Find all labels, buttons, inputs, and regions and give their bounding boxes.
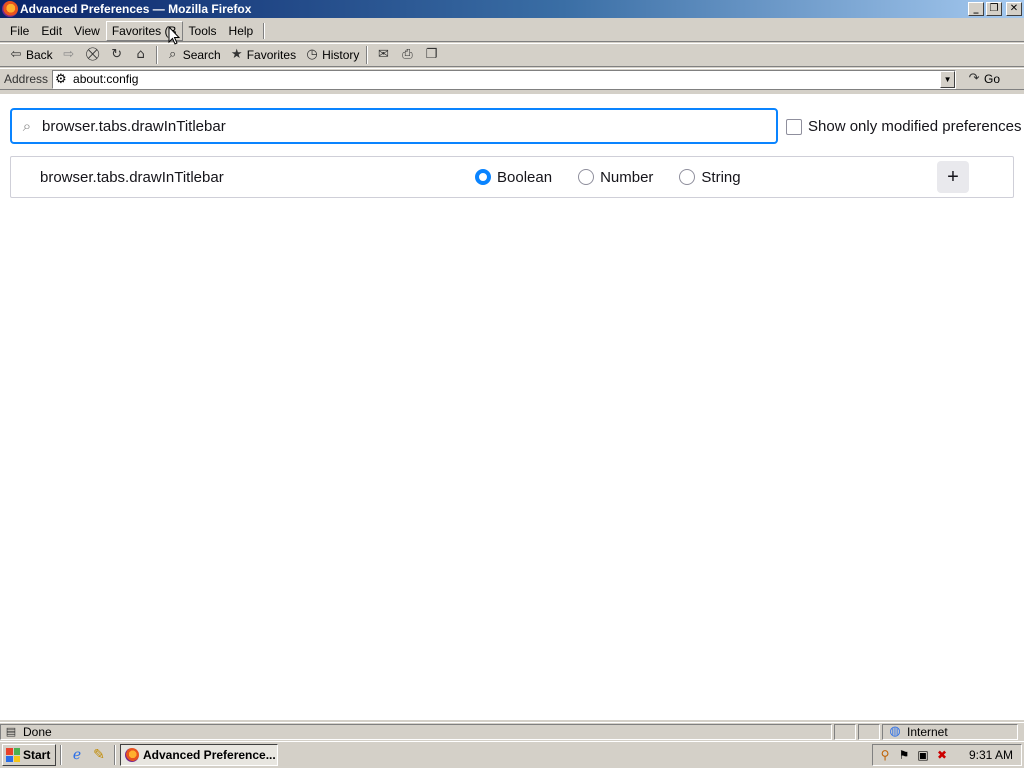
toolbar-separator [155, 46, 158, 64]
maximize-button[interactable]: ❐ [986, 2, 1002, 16]
page-content: ⌕ Show only modified preferences browser… [0, 94, 1024, 720]
type-string-label: String [701, 168, 741, 186]
preference-name: browser.tabs.drawInTitlebar [40, 168, 224, 186]
forward-arrow-icon: ⇨ [63, 47, 75, 62]
go-arrow-icon: ↷ [968, 71, 980, 86]
menu-file[interactable]: File [4, 22, 35, 40]
zone-label: Internet [907, 724, 948, 739]
history-icon: ◷ [306, 47, 318, 62]
toolbar-separator [366, 46, 369, 64]
taskbar: Start ℯ ✎ Advanced Preference... ⚲ ⚑ ▣ ✖… [0, 741, 1024, 768]
type-boolean-label: Boolean [497, 168, 553, 186]
status-bar: ▤ Done ◍ Internet [0, 722, 1024, 740]
new-preference-row: browser.tabs.drawInTitlebar Boolean Numb… [10, 156, 1014, 198]
close-button[interactable]: ✕ [1006, 2, 1022, 16]
internet-explorer-icon[interactable]: ℯ [68, 746, 86, 764]
windows-logo-icon [6, 748, 20, 762]
radio-indicator [578, 169, 595, 185]
stop-icon: ⛒ [86, 47, 100, 62]
type-boolean-radio[interactable]: Boolean [475, 169, 552, 186]
go-button[interactable]: ↷ Go [966, 71, 1000, 87]
security-zone: ◍ Internet [882, 723, 1018, 740]
menu-tools[interactable]: Tools [183, 22, 223, 40]
type-string-radio[interactable]: String [679, 168, 741, 186]
print-button[interactable]: ⎙ [395, 45, 419, 65]
back-arrow-icon: ⇦ [10, 47, 22, 62]
mouse-cursor-icon [168, 26, 180, 45]
favorites-icon: ★ [230, 47, 243, 62]
gear-icon: ⚙ [55, 71, 67, 87]
status-cell-empty [834, 723, 856, 740]
start-button[interactable]: Start [2, 744, 56, 766]
window-title: Advanced Preferences — Mozilla Firefox [20, 2, 252, 16]
flag-icon[interactable]: ⚑ [896, 747, 912, 763]
firefox-icon [2, 1, 18, 17]
go-label: Go [984, 72, 1001, 86]
radio-indicator [475, 169, 491, 185]
search-icon: ⌕ [169, 47, 177, 62]
address-dropdown-button[interactable]: ▼ [940, 70, 956, 88]
print-icon: ⎙ [402, 47, 413, 62]
preference-search-box[interactable]: ⌕ [10, 108, 778, 144]
show-modified-label: Show only modified preferences [808, 118, 1022, 135]
type-number-label: Number [600, 168, 654, 186]
window-titlebar[interactable]: Advanced Preferences — Mozilla Firefox _… [0, 0, 1024, 18]
address-url: about:config [73, 72, 139, 86]
history-button[interactable]: ◷ History [300, 45, 363, 65]
volume-muted-icon[interactable]: ✖ [934, 747, 950, 763]
radio-indicator [679, 169, 696, 185]
add-preference-button[interactable]: + [937, 161, 969, 193]
windows-button[interactable]: ❐ [419, 45, 443, 65]
menu-edit[interactable]: Edit [35, 22, 68, 40]
menu-view[interactable]: View [68, 22, 106, 40]
task-label: Advanced Preference... [143, 748, 276, 762]
system-tray: ⚲ ⚑ ▣ ✖ 9:31 AM [872, 744, 1022, 766]
mail-button[interactable]: ✉ [371, 45, 395, 65]
windows-icon: ❐ [425, 47, 438, 62]
network-icon[interactable]: ▣ [915, 747, 931, 763]
home-icon: ⌂ [136, 47, 145, 62]
window-controls: _ ❐ ✕ [968, 2, 1022, 16]
task-firefox-window[interactable]: Advanced Preference... [120, 744, 278, 766]
navigation-toolbar: ⇦ Back ⇨ ⛒ ↻ ⌂ ⌕ Search ★ Favorites ◷ Hi… [0, 43, 1024, 67]
show-modified-toggle[interactable]: Show only modified preferences [786, 118, 1021, 135]
refresh-button[interactable]: ↻ [105, 45, 129, 65]
search-button[interactable]: ⌕ Search [161, 45, 225, 65]
show-modified-checkbox[interactable] [786, 118, 802, 135]
minimize-button[interactable]: _ [968, 2, 984, 16]
menu-bar: File Edit View Favorites (B Tools Help [0, 20, 1024, 42]
page-status-icon: ▤ [5, 724, 17, 738]
address-label: Address [4, 72, 49, 86]
status-cell-empty [858, 723, 880, 740]
stop-button[interactable]: ⛒ [81, 45, 105, 65]
history-label: History [322, 48, 360, 62]
favorites-button[interactable]: ★ Favorites [225, 45, 300, 65]
preference-search-input[interactable] [42, 117, 762, 135]
favorites-label: Favorites [246, 48, 297, 62]
forward-button[interactable]: ⇨ [57, 45, 81, 65]
taskbar-separator [114, 745, 116, 765]
mail-icon: ✉ [377, 47, 389, 62]
address-bar: Address ⚙ about:config ▼ ↷ Go [0, 68, 1024, 90]
clock[interactable]: 9:31 AM [969, 748, 1013, 762]
taskbar-separator [60, 745, 62, 765]
refresh-icon: ↻ [111, 47, 123, 62]
firefox-icon [125, 748, 139, 762]
start-label: Start [23, 748, 51, 762]
status-main-panel: ▤ Done [0, 723, 832, 740]
back-button[interactable]: ⇦ Back [4, 45, 57, 65]
search-label: Search [182, 48, 221, 62]
outlook-express-icon[interactable]: ✎ [90, 746, 108, 764]
globe-icon: ◍ [889, 723, 901, 739]
address-input[interactable]: ⚙ about:config ▼ [52, 69, 957, 89]
menu-separator [263, 22, 266, 39]
menu-help[interactable]: Help [223, 22, 260, 40]
back-label: Back [26, 48, 53, 62]
search-icon: ⌕ [22, 117, 32, 135]
type-number-radio[interactable]: Number [578, 169, 653, 186]
status-text: Done [23, 724, 52, 739]
preference-type-radio-group: Boolean Number String [475, 169, 741, 186]
home-button[interactable]: ⌂ [129, 45, 153, 65]
search-tray-icon[interactable]: ⚲ [877, 747, 893, 763]
